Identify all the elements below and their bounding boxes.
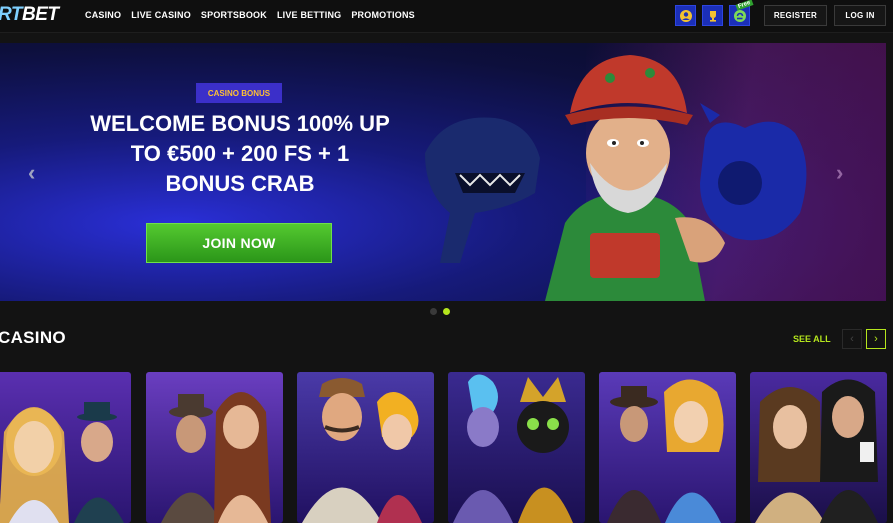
login-button[interactable]: LOG IN xyxy=(834,5,886,26)
nav-casino[interactable]: CASINO xyxy=(85,10,121,20)
free-spin-icon[interactable]: Free xyxy=(729,0,754,26)
game-tile[interactable] xyxy=(0,372,131,523)
game-tile[interactable] xyxy=(448,372,585,523)
logo-text-left: RT xyxy=(0,4,22,25)
hero-title: WELCOME BONUS 100% UP TO €500 + 200 FS +… xyxy=(90,111,390,196)
carousel-dots xyxy=(430,308,450,315)
carousel-dot-1[interactable] xyxy=(430,308,437,315)
hero-character-illustration xyxy=(425,55,807,301)
see-all-link[interactable]: SEE ALL xyxy=(793,334,831,344)
game-tile[interactable] xyxy=(750,372,887,523)
brand-logo[interactable]: RTBET xyxy=(0,4,59,26)
top-header: RTBET CASINO LIVE CASINO SPORTSBOOK LIVE… xyxy=(0,0,893,33)
user-profile-icon[interactable] xyxy=(675,5,696,26)
games-prev-button[interactable]: ‹ xyxy=(842,329,862,349)
nav-live-betting[interactable]: LIVE BETTING xyxy=(277,10,341,20)
hero-banner[interactable]: CASINO BONUS WELCOME BONUS 100% UP TO €5… xyxy=(0,43,886,301)
nav-promotions[interactable]: PROMOTIONS xyxy=(351,10,415,20)
header-icon-group: Free xyxy=(675,0,754,26)
chevron-left-icon[interactable]: ‹ xyxy=(28,160,35,186)
join-now-button[interactable]: JOIN NOW xyxy=(146,223,332,263)
register-button[interactable]: REGISTER xyxy=(764,5,827,26)
game-tile[interactable] xyxy=(297,372,434,523)
casino-games-row xyxy=(0,372,893,523)
main-nav: CASINO LIVE CASINO SPORTSBOOK LIVE BETTI… xyxy=(85,10,415,20)
game-tile[interactable] xyxy=(599,372,736,523)
logo-text-right: BET xyxy=(21,4,59,25)
nav-live-casino[interactable]: LIVE CASINO xyxy=(131,10,191,20)
games-next-button[interactable]: › xyxy=(866,329,886,349)
nav-sportsbook[interactable]: SPORTSBOOK xyxy=(201,10,267,20)
casino-bonus-badge: CASINO BONUS xyxy=(196,83,282,103)
game-tile[interactable] xyxy=(146,372,283,523)
carousel-dot-2[interactable] xyxy=(443,308,450,315)
trophy-icon[interactable] xyxy=(702,5,723,26)
page: RTBET CASINO LIVE CASINO SPORTSBOOK LIVE… xyxy=(0,0,893,523)
casino-section-title: CASINO xyxy=(0,328,66,347)
